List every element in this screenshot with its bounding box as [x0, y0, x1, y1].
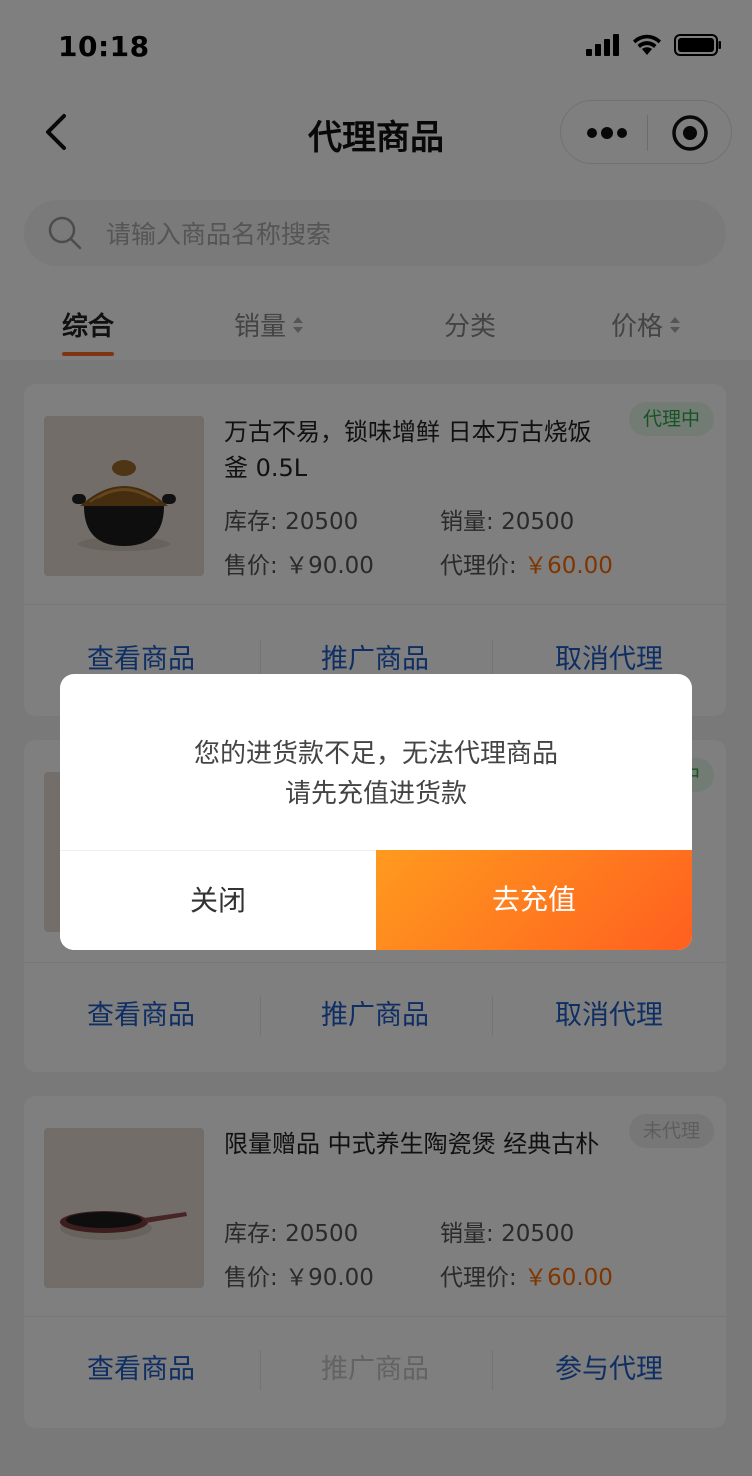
- close-button[interactable]: 关闭: [60, 851, 376, 950]
- insufficient-funds-dialog: 您的进货款不足，无法代理商品 请先充值进货款 关闭 去充值: [60, 674, 692, 950]
- page: 10:18 代理商品: [0, 0, 752, 1476]
- dialog-message: 您的进货款不足，无法代理商品 请先充值进货款: [60, 734, 692, 814]
- dialog-message-line2: 请先充值进货款: [284, 779, 467, 809]
- dialog-message-line1: 您的进货款不足，无法代理商品: [193, 739, 558, 769]
- recharge-button[interactable]: 去充值: [376, 850, 692, 950]
